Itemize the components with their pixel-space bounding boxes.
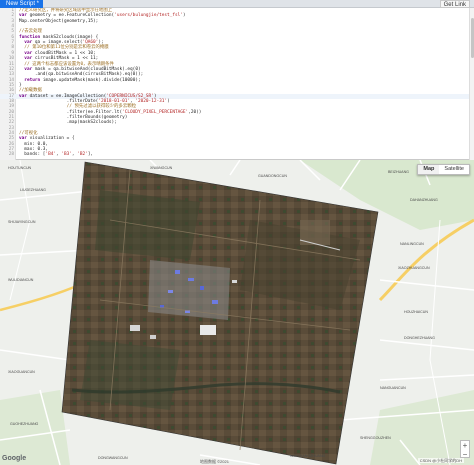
code-line[interactable]: 28 bands: ['B4', 'B3', 'B2'], [0,152,474,157]
place-label: LIUGEZHUANG [20,188,46,192]
place-label: BEIZHUANG [388,170,409,174]
basemap [0,160,474,465]
place-label: GUANDONGCUN [258,174,287,178]
code-editor: New Script * Get Link 1//定义研究区，并将研究区域居中显… [0,0,474,160]
place-label: HOUZHAICUN [404,310,428,314]
place-label: WULIDIANCUN [8,278,34,282]
place-label: GUOHEZHUANG [10,422,39,426]
zoom-control: + − [460,440,470,459]
line-number: 28 [8,152,14,158]
map-type-toggle: Map Satellite [417,164,470,175]
map-panel[interactable]: HOUTUNCUN XIWANGCUN GUANDONGCUN BEIZHUANG LI… [0,160,474,465]
script-tab[interactable]: New Script * [0,0,44,8]
get-link-button[interactable]: Get Link [439,0,470,8]
editor-actions: Get Link [439,0,470,8]
place-label: XIWANGCUN [150,166,173,170]
google-logo: Google [2,455,27,462]
place-label: DAHANZHUANG [410,198,438,202]
place-label: DONGHEZHUANG [404,336,435,340]
place-label: SHENGGOUZHEN [360,436,391,440]
place-label: DONGWANGCUN [98,456,128,460]
code-text: bands: ['B4', 'B3', 'B2'], [19,152,94,158]
sentinel2-composite-layer [61,161,379,465]
editor-scrollbar[interactable] [469,8,474,160]
place-label: XIAOZHUANGCUN [398,266,430,270]
place-label: HOUTUNCUN [8,166,32,170]
watermark: CSDN @小杜同学的DH [417,458,464,463]
place-label: NANGUANCUN [380,386,406,390]
map-data-notice: 地图数据 ©2021 [200,459,229,464]
map-type-satellite[interactable]: Satellite [439,165,469,174]
place-label: NANLINGCUN [400,242,424,246]
place-label: SHIJIAYINGCUN [8,220,36,224]
place-label: NANZHANGZHUANG [290,454,326,458]
zoom-in-button[interactable]: + [461,441,469,450]
code-area[interactable]: 1//定义研究区，并将研究区域居中显示在地图上 2 var geometry = e… [0,8,474,160]
script-tab-label: New Script * [6,1,40,7]
place-label: XIAOGUANCUN [8,370,35,374]
editor-tab-bar: New Script * Get Link [0,0,474,8]
map-type-map[interactable]: Map [418,165,440,174]
